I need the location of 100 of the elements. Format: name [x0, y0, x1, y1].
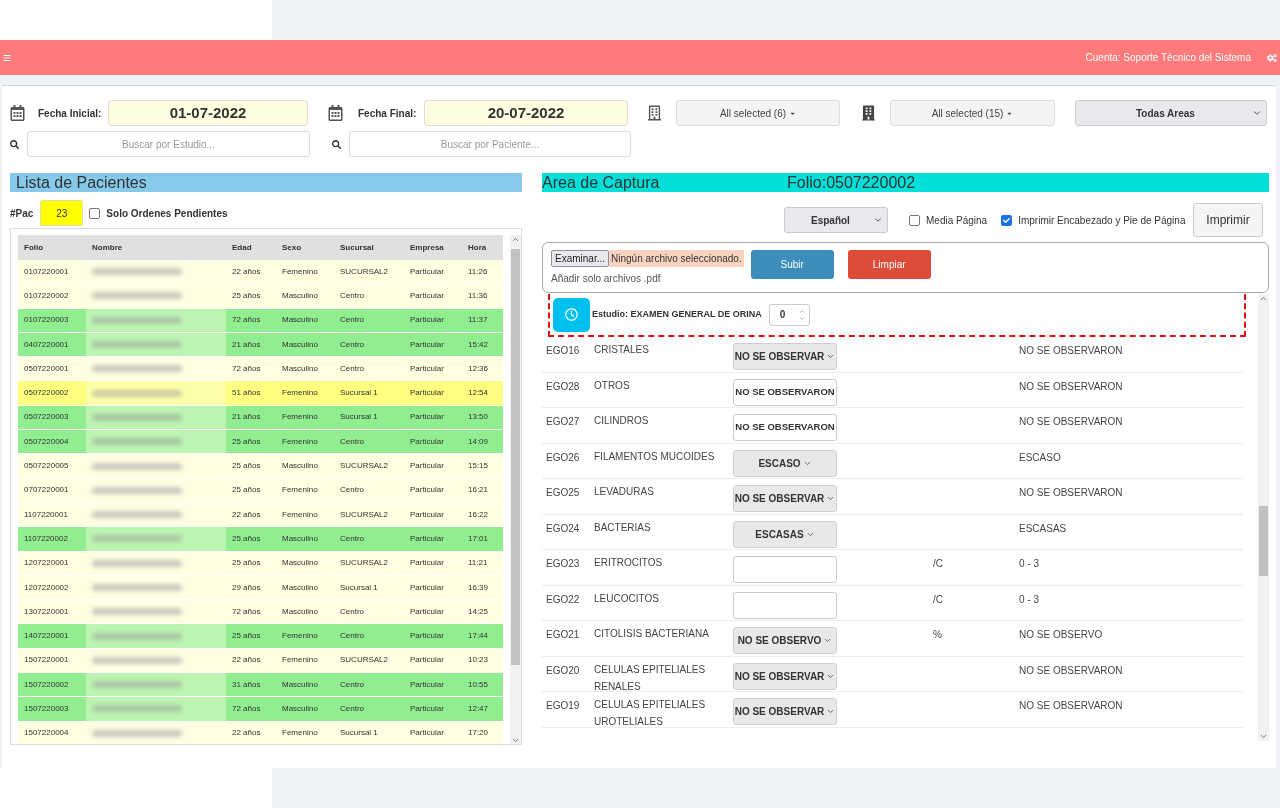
patient-row[interactable]: 1507220003 72 años Masculino Centro Particular 12:47	[18, 697, 503, 722]
table-cell-text: 25 años	[231, 532, 262, 545]
patient-row[interactable]: 0507220004 25 años Femenino Centro Particular 14:09	[18, 430, 503, 455]
print-button[interactable]: Imprimir	[1193, 203, 1263, 237]
test-code: EGO25	[545, 486, 581, 500]
scroll-down-icon[interactable]	[1259, 732, 1268, 741]
checkbox-label: Solo Ordenes Pendientes	[106, 206, 228, 221]
number-field[interactable]: 0	[768, 303, 810, 326]
result-select[interactable]: ESCASO	[733, 449, 837, 477]
patient-row[interactable]: 1107220001 22 años Femenino SUCURSAL2 Particular 16:22	[18, 502, 503, 528]
patient-row[interactable]: 1207220002 29 años Masculino Sucursal 1 Particular 16:39	[18, 575, 503, 601]
patient-row[interactable]: 1507220001 22 años Femenino SUCURSAL2 Particular 10:23	[18, 648, 503, 674]
clock-icon	[565, 308, 578, 321]
table-cell-text: Centro	[339, 630, 365, 643]
table-cell-text: Particular	[409, 605, 445, 618]
table-cell-text: Femenino	[281, 484, 319, 497]
building-icon	[862, 105, 875, 121]
patient-row[interactable]: 0507220002 51 años Femenino Sucursal 1 Particular 12:54	[18, 381, 503, 406]
clock-button[interactable]	[553, 297, 590, 332]
table-cell-text: Centro	[339, 314, 365, 327]
table-cell-text: 22 años	[231, 654, 262, 667]
browse-button[interactable]: Examinar...	[551, 250, 610, 267]
patient-row[interactable]: 1207220001 25 años Masculino SUCURSAL2 Particular 11:21	[18, 551, 503, 576]
table-cell-text: 11:26	[467, 265, 489, 278]
count-label: #Pac	[10, 206, 34, 221]
result-field[interactable]: NO SE OBSERVARON	[733, 378, 837, 406]
column-header: Hora	[467, 241, 488, 254]
patient-row[interactable]: 0507220005 25 años Masculino SUCURSAL2 Particular 15:15	[18, 454, 503, 479]
table-cell-text: Particular	[409, 265, 445, 278]
scrollbar[interactable]	[1258, 294, 1269, 741]
patient-row[interactable]: 0407220001 21 años Masculino Centro Particular 15:42	[18, 332, 503, 358]
test-name: BACTERIAS	[594, 520, 652, 535]
settings-icon[interactable]	[1267, 52, 1277, 63]
patient-row[interactable]: 0107220002 25 años Masculino Centro Particular 11:36	[18, 284, 503, 309]
table-cell-text: Particular	[409, 338, 445, 351]
patient-row[interactable]: 1307220001 72 años Masculino Centro Particular 14:25	[18, 600, 503, 625]
table-cell-text: Particular	[409, 703, 445, 715]
patient-row[interactable]: 1507220002 31 años Masculino Centro Particular 10:55	[18, 673, 503, 698]
table-cell-text: 14:25	[467, 605, 490, 618]
date-field[interactable]: 01-07-2022	[108, 100, 308, 126]
table-cell-text: Femenino	[281, 630, 319, 643]
branch-dropdown[interactable]: All selected (6)	[676, 100, 840, 126]
patient-row[interactable]: 0107220001 22 años Femenino SUCURSAL2 Particular 11:26	[18, 260, 503, 285]
checkbox[interactable]	[909, 214, 920, 226]
patient-row[interactable]: 0707220001 25 años Femenino Centro Particular 16:21	[18, 478, 503, 503]
result-select[interactable]: ESCASAS	[733, 520, 837, 548]
scroll-up-icon[interactable]	[1259, 294, 1268, 303]
scroll-down-icon[interactable]	[511, 736, 520, 744]
column-header: Folio	[23, 241, 45, 254]
test-code: EGO27	[545, 415, 581, 429]
table-cell-text: Centro	[339, 484, 365, 497]
upload-button[interactable]: Subir	[750, 250, 834, 279]
column-header: Empresa	[409, 241, 445, 254]
table-cell-text: 25 años	[231, 484, 262, 497]
scrollbar-thumb[interactable]	[1259, 506, 1268, 576]
result-select[interactable]: NO SE OBSERVAR	[733, 662, 837, 690]
result-select[interactable]: NO SE OBSERVAR	[733, 485, 837, 512]
scroll-up-icon[interactable]	[511, 235, 520, 244]
checkbox-label: Imprimir Encabezado y Pie de Página	[1018, 213, 1186, 228]
table-cell-text: 17:44	[467, 630, 490, 643]
upload-hint: Añadir solo archivos .pdf	[551, 272, 662, 286]
scrollbar-thumb[interactable]	[511, 249, 520, 665]
patient-row[interactable]: 1107220002 25 años Masculino Centro Particular 17:01	[18, 527, 503, 552]
table-cell-text: Sucursal 1	[339, 581, 379, 594]
patient-row[interactable]: 0107220003 72 años Masculino Centro Particular 11:37	[18, 308, 503, 333]
result-field[interactable]	[733, 556, 837, 583]
scrollbar[interactable]	[510, 235, 521, 744]
patient-row[interactable]: 1507220004 22 años Femenino Sucursal 1 Particular 17:20	[18, 721, 503, 744]
patient-row[interactable]: 0507220003 21 años Femenino Sucursal 1 Particular 13:50	[18, 405, 503, 431]
clear-button[interactable]: Limpiar	[847, 250, 931, 279]
table-cell-text: Particular	[409, 630, 445, 643]
table-cell-text: 1207220002	[23, 581, 70, 594]
patient-row[interactable]: 0507220001 72 años Masculino Centro Particular 12:36	[18, 357, 503, 382]
test-code: EGO23	[545, 557, 581, 571]
result-field[interactable]: NO SE OBSERVARON	[733, 414, 837, 441]
field-label: Fecha Final:	[358, 106, 418, 121]
area-select[interactable]: Todas Areas	[1075, 100, 1267, 126]
table-cell-text: Centro	[339, 338, 365, 351]
checkbox[interactable]	[1001, 214, 1013, 226]
language-select[interactable]: Español	[784, 207, 888, 233]
table-cell-text: 14:09	[467, 435, 490, 448]
table-cell-text: Femenino	[281, 727, 319, 740]
checkbox[interactable]	[89, 207, 101, 219]
table-cell-text: 25 años	[231, 630, 262, 643]
table-cell-text: Centro	[339, 362, 365, 375]
result-field[interactable]	[733, 591, 837, 619]
menu-icon[interactable]	[3, 53, 11, 62]
date-field[interactable]: 20-07-2022	[424, 100, 628, 126]
spinner-icon[interactable]	[797, 307, 806, 322]
patient-count: 23	[40, 200, 84, 226]
result-select[interactable]: NO SE OBSERVAR	[733, 698, 837, 725]
table-cell-text: 21 años	[231, 411, 262, 424]
company-dropdown[interactable]: All selected (15)	[890, 100, 1055, 126]
result-select[interactable]: NO SE OBSERVO	[733, 627, 837, 654]
result-select[interactable]: NO SE OBSERVAR	[733, 343, 837, 370]
patient-row[interactable]: 1407220001 25 años Femenino Centro Particular 17:44	[18, 624, 503, 649]
table-cell-text: Masculino	[281, 678, 319, 691]
table-cell-text: 25 años	[231, 460, 262, 472]
test-name: OTROS	[594, 378, 631, 393]
table-cell-text: 1207220001	[23, 557, 70, 570]
